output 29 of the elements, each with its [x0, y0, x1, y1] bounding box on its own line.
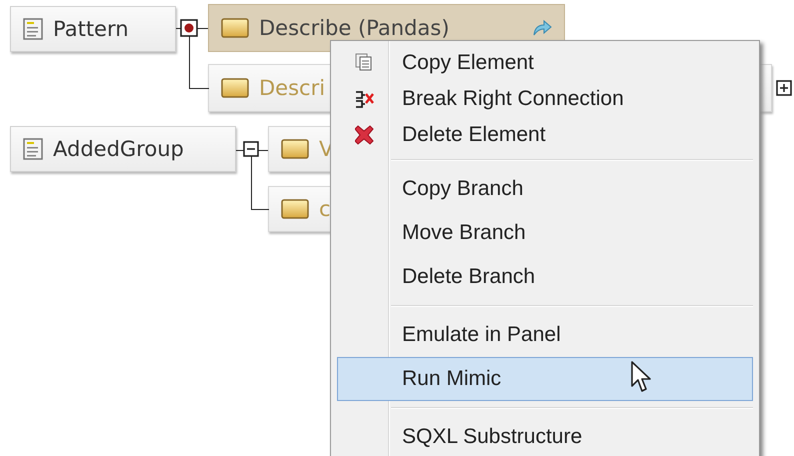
- menu-item[interactable]: Delete Branch: [337, 255, 753, 299]
- cursor-icon: [630, 360, 652, 394]
- document-icon: [23, 138, 43, 160]
- node-icon: [281, 139, 309, 159]
- menu-item[interactable]: Emulate in Panel: [337, 313, 753, 357]
- node-label: AddedGroup: [53, 137, 184, 161]
- node-icon: [221, 78, 249, 98]
- node-icon: [281, 199, 309, 219]
- menu-item[interactable]: Copy Branch: [337, 167, 753, 211]
- collapse-icon[interactable]: [243, 141, 259, 157]
- node-label: Describe (Pandas): [259, 16, 450, 40]
- node-label: Pattern: [53, 17, 129, 41]
- node-label: c: [319, 197, 331, 221]
- connector-icon[interactable]: [180, 19, 198, 37]
- menu-item[interactable]: SQXL Substructure: [337, 415, 753, 456]
- menu-item[interactable]: Delete Element: [337, 117, 753, 153]
- group-node[interactable]: Pattern: [10, 6, 176, 52]
- document-icon: [23, 18, 43, 40]
- menu-item[interactable]: Break Right Connection: [337, 81, 753, 117]
- disconnect-icon: [354, 89, 374, 109]
- arrow-icon: [532, 19, 552, 37]
- group-node[interactable]: AddedGroup: [10, 126, 236, 172]
- menu-item[interactable]: Run Mimic: [337, 357, 753, 401]
- expand-icon[interactable]: [776, 80, 792, 96]
- menu-item[interactable]: Move Branch: [337, 211, 753, 255]
- node-label: Descri: [259, 76, 326, 100]
- copy-icon: [354, 53, 374, 73]
- delete-icon: [354, 125, 374, 145]
- node-icon: [221, 18, 249, 38]
